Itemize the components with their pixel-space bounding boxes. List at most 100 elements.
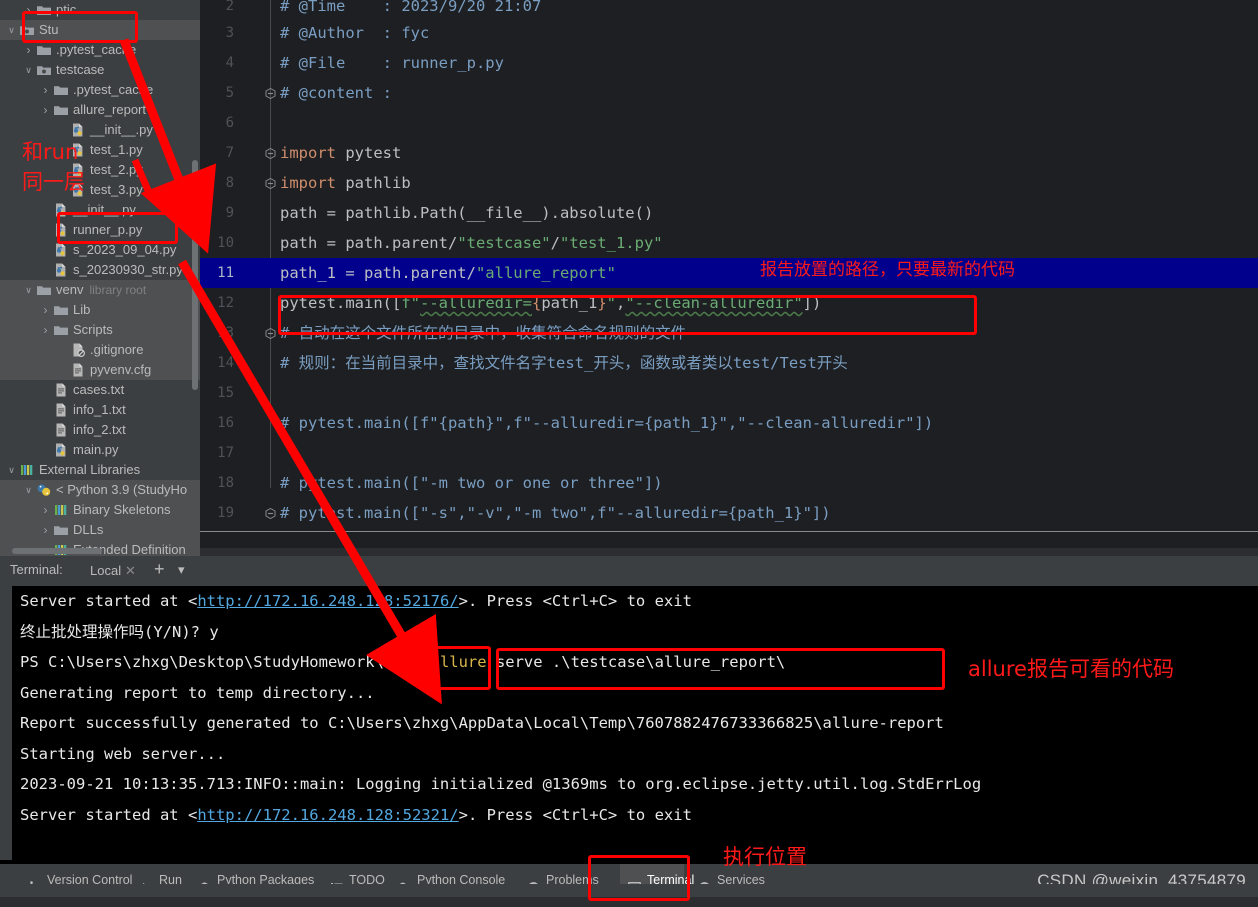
- chevron-right-icon[interactable]: ›: [40, 524, 51, 536]
- code-line-17[interactable]: 17: [200, 438, 1258, 468]
- tree-item-s-2023-09-04-py[interactable]: s_2023_09_04.py: [0, 240, 200, 260]
- tree-vertical-scrollbar[interactable]: [192, 160, 198, 390]
- tree-item-label: __init__.py: [90, 122, 153, 137]
- chevron-right-icon[interactable]: ›: [40, 84, 51, 96]
- tree-item-pytest-cache[interactable]: › .pytest_cache: [0, 80, 200, 100]
- chevron-down-icon[interactable]: ∨: [6, 25, 17, 36]
- code-line-16[interactable]: 16 # pytest.main([f"{path}",f"--alluredir…: [200, 408, 1258, 438]
- fold-marker-icon[interactable]: [265, 498, 276, 528]
- python-file-icon: [53, 222, 69, 238]
- code-line-text: pytest.main([f"--alluredir={path_1}","--…: [280, 294, 822, 312]
- tree-item-info-1-txt[interactable]: info_1.txt: [0, 400, 200, 420]
- tree-horizontal-scrollbar[interactable]: [12, 548, 102, 554]
- code-line-text: path = pathlib.Path(__file__).absolute(): [280, 204, 654, 222]
- line-number: 2: [225, 0, 234, 14]
- python-file-icon: [53, 262, 69, 278]
- terminal-panel[interactable]: Terminal: Local ✕ + ▾ Bookmarks Structur…: [0, 556, 1258, 864]
- tree-item-venv[interactable]: ∨ venv library root: [0, 280, 200, 300]
- tree-item-label: __init__.py: [73, 202, 136, 217]
- chevron-right-icon[interactable]: ›: [23, 4, 34, 16]
- line-number: 17: [217, 445, 234, 461]
- code-line-6[interactable]: 6: [200, 108, 1258, 138]
- tree-item-gitignore[interactable]: .gitignore: [0, 340, 200, 360]
- fold-marker-icon[interactable]: [265, 318, 276, 348]
- tree-item-label: pyvenv.cfg: [90, 362, 152, 377]
- terminal-line: Report successfully generated to C:\User…: [20, 714, 944, 732]
- tree-item-label: Lib: [73, 302, 91, 317]
- code-line-5[interactable]: 5 # @content :: [200, 78, 1258, 108]
- annotation-text-report-path: 报告放置的路径，只要最新的代码: [760, 260, 1015, 280]
- tree-item-init-py[interactable]: __init__.py: [0, 200, 200, 220]
- code-line-2[interactable]: 2 # @Time : 2023/9/20 21:07: [200, 0, 1258, 18]
- code-line-15[interactable]: 15: [200, 378, 1258, 408]
- tree-item-label: .gitignore: [90, 342, 144, 357]
- tree-item-info-2-txt[interactable]: info_2.txt: [0, 420, 200, 440]
- code-line-text: import pathlib: [280, 174, 411, 192]
- editor-bottom-rule: [200, 531, 1258, 532]
- code-line-text: # @content :: [280, 84, 392, 102]
- fold-marker-icon[interactable]: [265, 168, 276, 198]
- tool-window-strip[interactable]: Bookmarks Structure: [0, 586, 12, 864]
- tree-item-lib[interactable]: › Lib: [0, 300, 200, 320]
- code-line-10[interactable]: 10 path = path.parent/"testcase"/"test_1.…: [200, 228, 1258, 258]
- folder-icon: [36, 42, 52, 58]
- line-number: 13: [217, 325, 234, 341]
- tree-item-pytest-cache[interactable]: › .pytest_cache: [0, 40, 200, 60]
- tree-item-label: .pytest_cache: [73, 82, 154, 97]
- tree-item-binary-skeletons[interactable]: › Binary Skeletons: [0, 500, 200, 520]
- code-line-4[interactable]: 4 # @File : runner_p.py: [200, 48, 1258, 78]
- folder-icon: [53, 82, 69, 98]
- chevron-right-icon[interactable]: ›: [40, 104, 51, 116]
- tree-item-testcase[interactable]: ∨ testcase: [0, 60, 200, 80]
- code-line-11[interactable]: 11 path_1 = path.parent/"allure_report": [200, 258, 1258, 288]
- tree-item-ptic[interactable]: › ptic: [0, 0, 200, 20]
- chevron-right-icon[interactable]: ›: [40, 324, 51, 336]
- tree-item-main-py[interactable]: main.py: [0, 440, 200, 460]
- tree-item-label: venv: [56, 282, 84, 297]
- code-line-3[interactable]: 3 # @Author : fyc: [200, 18, 1258, 48]
- tree-item-runner-p-py[interactable]: runner_p.py: [0, 220, 200, 240]
- tree-item-dlls[interactable]: › DLLs: [0, 520, 200, 540]
- project-tree-panel[interactable]: › ptic ∨ Stu › .pytest_cache ∨ testcase › .pytest…: [0, 0, 200, 556]
- plus-icon[interactable]: +: [154, 559, 165, 580]
- code-line-13[interactable]: 13 # 自动在这个文件所在的目录中，收集符合命名规则的文件: [200, 318, 1258, 348]
- tree-item-label: main.py: [73, 442, 119, 457]
- terminal-line: Server started at <http://172.16.248.128…: [20, 592, 692, 610]
- chevron-right-icon[interactable]: ›: [23, 44, 34, 56]
- code-editor[interactable]: 2 # @Time : 2023/9/20 21:07 3 # @Author : f…: [200, 0, 1258, 548]
- chevron-down-icon[interactable]: ∨: [23, 485, 34, 496]
- tree-item-allure-report[interactable]: › allure_report: [0, 100, 200, 120]
- code-line-9[interactable]: 9 path = pathlib.Path(__file__).absolute(…: [200, 198, 1258, 228]
- code-line-12[interactable]: 12 pytest.main([f"--alluredir={path_1}","…: [200, 288, 1258, 318]
- terminal-url-link[interactable]: http://172.16.248.128:52176/: [197, 592, 458, 610]
- tree-item-pyvenv-cfg[interactable]: pyvenv.cfg: [0, 360, 200, 380]
- text-file-icon: [53, 402, 69, 418]
- fold-marker-icon[interactable]: [265, 138, 276, 168]
- tree-item-stu[interactable]: ∨ Stu: [0, 20, 200, 40]
- tree-item-python-3-9-studyho[interactable]: ∨ < Python 3.9 (StudyHo: [0, 480, 200, 500]
- chevron-down-icon[interactable]: ∨: [23, 65, 34, 76]
- code-line-7[interactable]: 7 import pytest: [200, 138, 1258, 168]
- terminal-line: Server started at <http://172.16.248.128…: [20, 805, 692, 824]
- line-number: 5: [225, 85, 234, 101]
- tree-item-cases-txt[interactable]: cases.txt: [0, 380, 200, 400]
- code-line-14[interactable]: 14 # 规则：在当前目录中，查找文件名字test_开头，函数或者类以test/T…: [200, 348, 1258, 378]
- terminal-url-link[interactable]: http://172.16.248.128:52321/: [197, 806, 458, 824]
- chevron-down-icon[interactable]: ▾: [178, 562, 185, 578]
- code-line-19[interactable]: 19 # pytest.main(["-s","-v","-m two",f"--…: [200, 498, 1258, 528]
- tree-item-s-20230930-str-py[interactable]: s_20230930_str.py: [0, 260, 200, 280]
- terminal-output[interactable]: Server started at <http://172.16.248.128…: [12, 586, 1258, 864]
- fold-marker-icon[interactable]: [265, 78, 276, 108]
- terminal-tab-local[interactable]: Local: [86, 556, 126, 588]
- code-line-text: path = path.parent/"testcase"/"test_1.py…: [280, 234, 663, 252]
- code-line-18[interactable]: 18 # pytest.main(["-m two or one or three…: [200, 468, 1258, 498]
- close-icon[interactable]: ✕: [125, 563, 136, 579]
- line-number: 9: [225, 205, 234, 221]
- chevron-down-icon[interactable]: ∨: [6, 465, 17, 476]
- code-line-8[interactable]: 8 import pathlib: [200, 168, 1258, 198]
- chevron-right-icon[interactable]: ›: [40, 504, 51, 516]
- chevron-down-icon[interactable]: ∨: [23, 285, 34, 296]
- tree-item-external-libraries[interactable]: ∨ External Libraries: [0, 460, 200, 480]
- tree-item-scripts[interactable]: › Scripts: [0, 320, 200, 340]
- chevron-right-icon[interactable]: ›: [40, 304, 51, 316]
